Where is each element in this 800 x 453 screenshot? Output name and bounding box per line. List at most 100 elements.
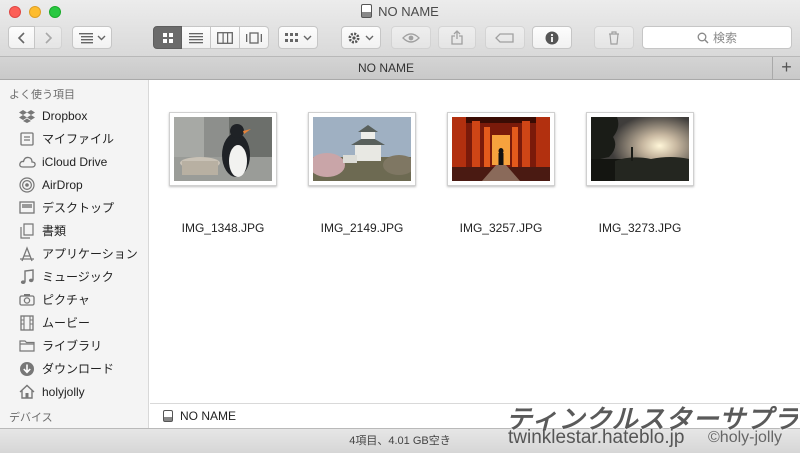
window-title: NO NAME xyxy=(0,4,800,20)
file-name: IMG_1348.JPG xyxy=(181,221,265,235)
file-item-img-2149[interactable]: IMG_2149.JPG xyxy=(297,112,427,235)
sidebar-item-label: アプリケーション xyxy=(42,247,138,261)
cloud-icon xyxy=(18,153,36,171)
sidebar: よく使う項目 Dropbox マイファイル iCloud Drive AirDr… xyxy=(0,80,149,429)
file-thumbnail xyxy=(586,112,694,186)
all-files-icon xyxy=(18,130,36,148)
file-thumbnail xyxy=(447,112,555,186)
sidebar-devices-header: デバイス xyxy=(9,412,53,424)
sidebar-item-label: ミュージック xyxy=(42,270,114,284)
sidebar-item-label: iCloud Drive xyxy=(42,154,108,169)
back-button[interactable] xyxy=(8,26,35,49)
watermark-url: twinklestar.hateblo.jp xyxy=(508,427,685,448)
group-button[interactable] xyxy=(278,26,318,49)
info-icon xyxy=(545,31,559,44)
sidebar-item-all-files[interactable]: マイファイル xyxy=(0,127,148,150)
sidebar-item-label: holyjolly xyxy=(42,384,85,399)
sidebar-item-home[interactable]: holyjolly xyxy=(0,380,148,403)
sidebar-item-dropbox[interactable]: Dropbox xyxy=(0,104,148,127)
sidebar-item-airdrop[interactable]: AirDrop xyxy=(0,173,148,196)
film-icon xyxy=(18,314,36,332)
file-name: IMG_3273.JPG xyxy=(598,221,682,235)
column-view-button[interactable] xyxy=(211,26,240,49)
airdrop-icon xyxy=(18,176,36,194)
dropbox-icon xyxy=(18,107,36,125)
back-icon xyxy=(17,31,25,44)
download-icon xyxy=(18,360,36,378)
title-bar: NO NAME 検索 xyxy=(0,0,800,57)
file-item-img-3257[interactable]: IMG_3257.JPG xyxy=(436,112,566,235)
list-view-button[interactable] xyxy=(182,26,211,49)
penguin-photo xyxy=(174,117,272,181)
home-icon xyxy=(18,383,36,401)
path-bar-item[interactable]: NO NAME xyxy=(180,409,236,423)
sidebar-item-downloads[interactable]: ダウンロード xyxy=(0,357,148,380)
sidebar-item-label: 書類 xyxy=(42,224,67,238)
sidebar-item-label: マイファイル xyxy=(42,132,115,146)
sidebar-item-desktop[interactable]: デスクトップ xyxy=(0,196,148,219)
sidebar-item-movies[interactable]: ムービー xyxy=(0,311,148,334)
window-title-text: NO NAME xyxy=(378,4,439,19)
sidebar-item-applications[interactable]: アプリケーション xyxy=(0,242,148,265)
arrange-button[interactable] xyxy=(72,26,112,49)
sidebar-favorites-header: よく使う項目 xyxy=(9,89,75,101)
sunset-photo xyxy=(591,117,689,181)
forward-icon xyxy=(45,31,53,44)
sidebar-item-music[interactable]: ミュージック xyxy=(0,265,148,288)
view-mode-segment xyxy=(153,26,269,49)
quicklook-eye-icon xyxy=(402,32,420,43)
drive-icon xyxy=(361,4,373,18)
file-name: IMG_2149.JPG xyxy=(320,221,404,235)
tab-bar: NO NAME + xyxy=(0,57,800,80)
tag-button[interactable] xyxy=(485,26,525,49)
search-placeholder: 検索 xyxy=(712,31,737,45)
file-item-img-1348[interactable]: IMG_1348.JPG xyxy=(158,112,288,235)
sidebar-item-library[interactable]: ライブラリ xyxy=(0,334,148,357)
watermark-credit: ©holy-jolly xyxy=(708,429,783,446)
icon-view-icon xyxy=(162,32,173,43)
coverflow-view-icon xyxy=(246,31,262,44)
icon-view-button[interactable] xyxy=(153,26,182,49)
sidebar-item-label: ピクチャ xyxy=(42,293,90,307)
castle-photo xyxy=(313,117,411,181)
applications-icon xyxy=(18,245,36,263)
trash-button[interactable] xyxy=(594,26,634,49)
camera-icon xyxy=(18,291,36,309)
drive-icon xyxy=(163,410,173,422)
get-info-button[interactable] xyxy=(532,26,572,49)
music-icon xyxy=(18,268,36,286)
sidebar-item-pictures[interactable]: ピクチャ xyxy=(0,288,148,311)
coverflow-view-button[interactable] xyxy=(240,26,269,49)
file-icon-grid: IMG_1348.JPG IMG_2149.JPG IMG_3257.JPG I… xyxy=(150,80,800,403)
share-icon xyxy=(451,30,463,45)
folder-icon xyxy=(18,337,36,355)
file-thumbnail xyxy=(169,112,277,186)
file-item-img-3273[interactable]: IMG_3273.JPG xyxy=(575,112,705,235)
trash-icon xyxy=(609,30,619,45)
sidebar-item-documents[interactable]: 書類 xyxy=(0,219,148,242)
arrange-icon xyxy=(79,32,106,43)
sidebar-item-label: Dropbox xyxy=(42,108,88,123)
action-button[interactable] xyxy=(341,26,381,49)
file-thumbnail xyxy=(308,112,416,186)
group-icon xyxy=(285,32,312,42)
search-field[interactable]: 検索 xyxy=(642,26,792,49)
desktop-icon xyxy=(18,199,36,217)
share-button[interactable] xyxy=(438,26,476,49)
quicklook-button[interactable] xyxy=(391,26,431,49)
forward-button[interactable] xyxy=(35,26,62,49)
sidebar-item-label: ムービー xyxy=(42,316,91,330)
navigation-segment xyxy=(8,26,62,49)
sidebar-item-label: ダウンロード xyxy=(42,362,115,376)
search-icon xyxy=(697,32,709,43)
tab-no-name[interactable]: NO NAME xyxy=(0,57,772,79)
torii-tunnel-photo xyxy=(452,117,550,181)
sidebar-item-label: AirDrop xyxy=(42,177,83,192)
documents-icon xyxy=(18,222,36,240)
list-view-icon xyxy=(189,32,203,43)
file-name: IMG_3257.JPG xyxy=(459,221,543,235)
sidebar-item-label: ライブラリ xyxy=(42,339,103,353)
sidebar-item-icloud-drive[interactable]: iCloud Drive xyxy=(0,150,148,173)
new-tab-button[interactable]: + xyxy=(772,57,800,79)
column-view-icon xyxy=(217,31,233,44)
